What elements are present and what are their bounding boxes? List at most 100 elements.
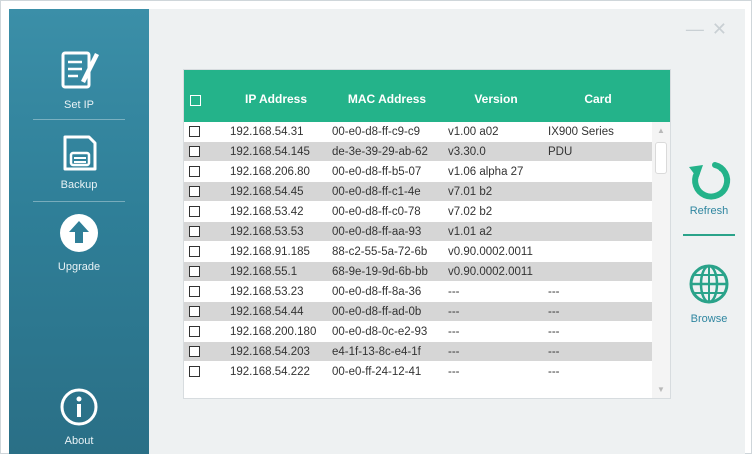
column-header-ip[interactable]: IP Address	[228, 92, 324, 106]
floppy-disk-icon	[9, 131, 149, 179]
ip-address-cell: 192.168.54.31	[230, 126, 304, 138]
table-body: 192.168.54.31 00-e0-d8-ff-c9-c9 v1.00 a02 I…	[184, 122, 652, 398]
sidebar-item-label: About	[64, 435, 94, 447]
app-window: Set IP Backup Upgrade About —✕ IP Addres…	[0, 0, 752, 454]
row-checkbox[interactable]	[189, 126, 200, 137]
table-row[interactable]: 192.168.54.222 00-e0-ff-24-12-41 --- ---	[184, 362, 652, 382]
scrollbar[interactable]: ▲ ▼	[652, 122, 670, 398]
ip-address-cell: 192.168.91.185	[230, 246, 310, 258]
row-checkbox[interactable]	[189, 246, 200, 257]
scroll-up-arrow-icon[interactable]: ▲	[657, 126, 665, 135]
sidebar-item-backup[interactable]: Backup	[9, 131, 149, 191]
version-cell: ---	[448, 346, 460, 358]
version-cell: ---	[448, 326, 460, 338]
window-controls: —✕	[686, 19, 735, 40]
row-checkbox[interactable]	[189, 226, 200, 237]
table-row[interactable]: 192.168.206.80 00-e0-d8-ff-b5-07 v1.06 alp…	[184, 162, 652, 182]
edit-document-icon	[9, 47, 149, 99]
table-row[interactable]: 192.168.54.145 de-3e-39-29-ab-62 v3.30.0 PD…	[184, 142, 652, 162]
row-checkbox[interactable]	[189, 306, 200, 317]
mac-address-cell: 68-9e-19-9d-6b-bb	[332, 266, 428, 278]
ip-address-cell: 192.168.54.45	[230, 186, 304, 198]
mac-address-cell: de-3e-39-29-ab-62	[332, 146, 428, 158]
row-checkbox[interactable]	[189, 346, 200, 357]
version-cell: v7.02 b2	[448, 206, 493, 218]
version-cell: v1.06 alpha 27	[448, 166, 524, 178]
version-cell: v7.01 b2	[448, 186, 493, 198]
card-cell: IX900 Series	[548, 126, 614, 138]
version-cell: v3.30.0	[448, 146, 486, 158]
mac-address-cell: 00-e0-d8-ff-c1-4e	[332, 186, 421, 198]
card-cell: ---	[548, 306, 560, 318]
ip-address-cell: 192.168.54.203	[230, 346, 310, 358]
table-row[interactable]: 192.168.54.45 00-e0-d8-ff-c1-4e v7.01 b2	[184, 182, 652, 202]
table-row[interactable]: 192.168.53.53 00-e0-d8-ff-aa-93 v1.01 a2	[184, 222, 652, 242]
ip-address-cell: 192.168.206.80	[230, 166, 310, 178]
column-header-version[interactable]: Version	[446, 92, 546, 106]
globe-icon	[677, 261, 741, 313]
ip-address-cell: 192.168.53.23	[230, 286, 304, 298]
browse-button[interactable]: Browse	[677, 261, 741, 325]
table-row[interactable]: 192.168.53.42 00-e0-d8-ff-c0-78 v7.02 b2	[184, 202, 652, 222]
ip-address-cell: 192.168.54.222	[230, 366, 310, 378]
card-cell: ---	[548, 346, 560, 358]
row-checkbox[interactable]	[189, 326, 200, 337]
table-row[interactable]: 192.168.54.203 e4-1f-13-8c-e4-1f --- ---	[184, 342, 652, 362]
version-cell: ---	[448, 306, 460, 318]
refresh-button[interactable]: Refresh	[677, 157, 741, 217]
row-checkbox[interactable]	[189, 366, 200, 377]
row-checkbox[interactable]	[189, 206, 200, 217]
row-checkbox[interactable]	[189, 166, 200, 177]
row-checkbox[interactable]	[189, 146, 200, 157]
mac-address-cell: 00-e0-ff-24-12-41	[332, 366, 422, 378]
sidebar-item-set-ip[interactable]: Set IP	[9, 47, 149, 111]
refresh-label: Refresh	[689, 205, 729, 217]
ip-address-cell: 192.168.53.53	[230, 226, 304, 238]
scroll-down-arrow-icon[interactable]: ▼	[657, 385, 665, 394]
mac-address-cell: 00-e0-d8-ff-c9-c9	[332, 126, 420, 138]
mac-address-cell: 00-e0-d8-ff-c0-78	[332, 206, 421, 218]
mac-address-cell: 00-e0-d8-ff-ad-0b	[332, 306, 422, 318]
table-row[interactable]: 192.168.54.44 00-e0-d8-ff-ad-0b --- ---	[184, 302, 652, 322]
mac-address-cell: e4-1f-13-8c-e4-1f	[332, 346, 421, 358]
info-icon	[9, 387, 149, 435]
sidebar-item-about[interactable]: About	[9, 387, 149, 447]
row-checkbox[interactable]	[189, 186, 200, 197]
action-divider	[683, 234, 735, 236]
mac-address-cell: 00-e0-d8-0c-e2-93	[332, 326, 428, 338]
column-header-mac[interactable]: MAC Address	[332, 92, 442, 106]
mac-address-cell: 00-e0-d8-ff-8a-36	[332, 286, 422, 298]
scroll-thumb[interactable]	[655, 142, 667, 174]
close-button[interactable]: ✕	[712, 19, 735, 39]
row-checkbox[interactable]	[189, 286, 200, 297]
sidebar: Set IP Backup Upgrade About	[9, 9, 149, 454]
sidebar-divider	[33, 201, 125, 202]
version-cell: v0.90.0002.0011	[448, 246, 533, 258]
table-row[interactable]: 192.168.54.31 00-e0-d8-ff-c9-c9 v1.00 a02 I…	[184, 122, 652, 142]
version-cell: v1.00 a02	[448, 126, 499, 138]
version-cell: ---	[448, 366, 460, 378]
table-row[interactable]: 192.168.55.1 68-9e-19-9d-6b-bb v0.90.0002.…	[184, 262, 652, 282]
sidebar-item-label: Set IP	[64, 99, 94, 111]
sidebar-item-label: Backup	[60, 179, 98, 191]
table-row[interactable]: 192.168.91.185 88-c2-55-5a-72-6b v0.90.000…	[184, 242, 652, 262]
table-row[interactable]: 192.168.53.23 00-e0-d8-ff-8a-36 --- ---	[184, 282, 652, 302]
card-cell: ---	[548, 286, 560, 298]
browse-label: Browse	[690, 313, 728, 325]
sidebar-item-label: Upgrade	[57, 261, 101, 273]
row-checkbox[interactable]	[189, 266, 200, 277]
version-cell: ---	[448, 286, 460, 298]
sidebar-divider	[33, 119, 125, 120]
select-all-checkbox[interactable]	[190, 95, 201, 106]
table-row[interactable]: 192.168.200.180 00-e0-d8-0c-e2-93 --- ---	[184, 322, 652, 342]
mac-address-cell: 00-e0-d8-ff-aa-93	[332, 226, 422, 238]
main-panel: —✕ IP Address MAC Address Version Card 1…	[149, 9, 745, 454]
minimize-button[interactable]: —	[686, 19, 712, 39]
version-cell: v1.01 a2	[448, 226, 493, 238]
ip-address-cell: 192.168.55.1	[230, 266, 298, 278]
column-header-card[interactable]: Card	[548, 92, 648, 106]
ip-address-cell: 192.168.54.145	[230, 146, 310, 158]
sidebar-item-upgrade[interactable]: Upgrade	[9, 211, 149, 273]
card-cell: PDU	[548, 146, 573, 158]
card-cell: ---	[548, 326, 560, 338]
